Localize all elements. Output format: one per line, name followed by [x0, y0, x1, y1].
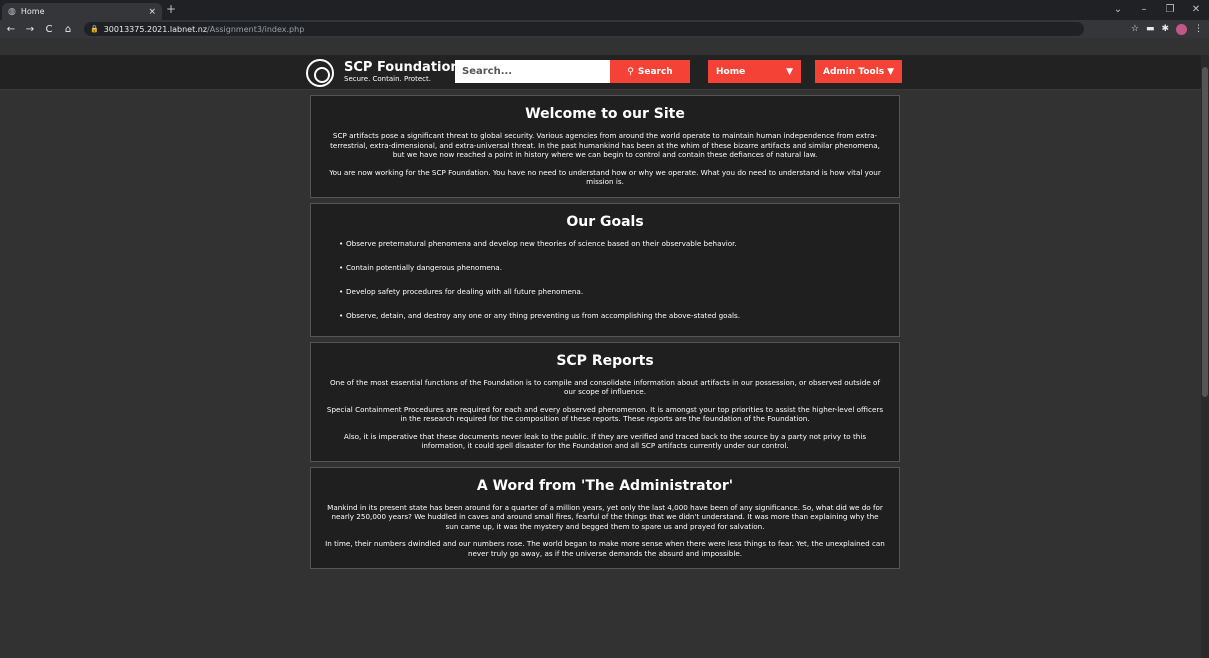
brand-name: SCP Foundation [344, 60, 460, 75]
brand-tagline: Secure. Contain. Protect. [344, 75, 431, 83]
list-item: Develop safety procedures for dealing wi… [339, 287, 885, 296]
close-window-icon[interactable]: ✕ [1183, 0, 1209, 20]
star-icon[interactable]: ☆ [1131, 24, 1139, 34]
section-title: Our Goals [566, 213, 644, 230]
welcome-section: Welcome to our Site SCP artifacts pose a… [310, 95, 900, 198]
caret-down-icon: ▼ [786, 66, 793, 77]
main-content: Welcome to our Site SCP artifacts pose a… [310, 95, 900, 574]
lock-icon: 🔒 [90, 25, 99, 33]
profile-avatar[interactable] [1176, 23, 1187, 35]
caret-down-icon: ▼ [887, 66, 894, 77]
restore-icon[interactable]: ❐ [1157, 0, 1183, 20]
administrator-section: A Word from 'The Administrator' Mankind … [310, 466, 900, 569]
menu-icon[interactable]: ⋮ [1194, 24, 1203, 34]
search-button[interactable]: ⚲ Search [610, 60, 690, 83]
tab-title: Home [20, 7, 45, 16]
url-host: 30013375.2021.labnet.nz [103, 24, 208, 34]
list-item: Observe preternatural phenomena and deve… [339, 239, 885, 248]
browser-tab-strip: ◍ Home × + ⌄ – ❐ ✕ [0, 0, 1209, 20]
puzzle-icon[interactable]: ✱ [1161, 24, 1169, 34]
minimize-icon[interactable]: – [1131, 0, 1157, 20]
page-scrollbar[interactable] [1201, 55, 1209, 658]
forward-icon[interactable]: → [22, 24, 38, 35]
brand[interactable]: SCP Foundation Secure. Contain. Protect. [344, 60, 460, 84]
paragraph: Special Containment Procedures are requi… [326, 404, 884, 424]
address-bar[interactable]: 🔒 30013375.2021.labnet.nz/Assignment3/in… [84, 22, 1084, 36]
goals-section: Our Goals Observe preternatural phenomen… [310, 202, 900, 337]
site-header: SCP Foundation Secure. Contain. Protect.… [0, 55, 1209, 90]
browser-tab[interactable]: ◍ Home × [2, 3, 162, 20]
back-icon[interactable]: ← [3, 24, 19, 35]
goals-list: Observe preternatural phenomena and deve… [325, 239, 885, 320]
window-controls: ⌄ – ❐ ✕ [1105, 0, 1209, 20]
list-item: Observe, detain, and destroy any one or … [339, 311, 885, 320]
url-path: /Assignment3/index.php [207, 24, 305, 34]
extensions-area: ☆ ▬ ✱ ⋮ [1131, 20, 1203, 38]
scp-logo-icon[interactable] [306, 59, 334, 87]
reload-icon[interactable]: C [41, 24, 57, 35]
home-dropdown-label: Home [716, 66, 746, 77]
paragraph: Mankind in its present state has been ar… [327, 502, 883, 531]
globe-icon: ◍ [8, 6, 16, 17]
home-icon[interactable]: ⌂ [60, 24, 76, 35]
paragraph: You are now working for the SCP Foundati… [329, 167, 881, 187]
reports-section: SCP Reports One of the most essential fu… [310, 341, 900, 462]
section-title: SCP Reports [556, 352, 654, 369]
new-tab-button[interactable]: + [166, 2, 176, 16]
chevron-down-icon[interactable]: ⌄ [1105, 0, 1131, 20]
admin-tools-dropdown[interactable]: Admin Tools ▼ [815, 60, 902, 83]
paragraph: In time, their numbers dwindled and our … [325, 539, 885, 558]
search-input[interactable] [455, 60, 610, 83]
home-dropdown[interactable]: Home ▼ [708, 60, 801, 83]
search-icon: ⚲ [627, 66, 634, 77]
scrollbar-thumb[interactable] [1202, 67, 1208, 397]
paragraph: Also, it is imperative that these docume… [343, 431, 867, 451]
admin-tools-label: Admin Tools [823, 66, 885, 77]
paragraph: SCP artifacts pose a significant threat … [330, 131, 880, 159]
list-item: Contain potentially dangerous phenomena. [339, 263, 885, 272]
close-tab-icon[interactable]: × [148, 7, 156, 17]
extension-icon[interactable]: ▬ [1146, 24, 1155, 34]
section-title: Welcome to our Site [525, 106, 685, 122]
paragraph: One of the most essential functions of t… [330, 377, 880, 397]
section-title: A Word from 'The Administrator' [476, 477, 734, 494]
browser-toolbar: ← → C ⌂ 🔒 30013375.2021.labnet.nz/Assign… [0, 20, 1209, 38]
search-button-label: Search [637, 66, 673, 77]
